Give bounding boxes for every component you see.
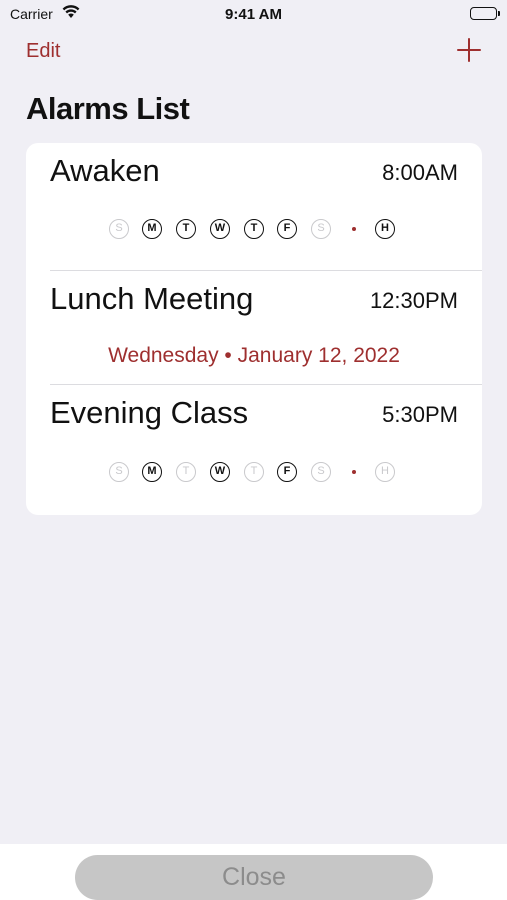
- weekday-w-indicator: W: [210, 462, 230, 482]
- weekday-t-indicator: T: [244, 219, 264, 239]
- status-time: 9:41 AM: [225, 6, 282, 23]
- weekday-indicators: SMTWTFSH: [109, 219, 399, 241]
- plus-icon[interactable]: [457, 38, 481, 62]
- battery-icon: [470, 7, 500, 20]
- weekday-f-indicator: F: [277, 219, 297, 239]
- alarm-row-evening-class[interactable]: Evening Class 5:30PM SMTWTFSH: [26, 385, 482, 515]
- alarm-date: Wednesday • January 12, 2022: [108, 344, 400, 367]
- weekday-f-indicator: F: [277, 462, 297, 482]
- holiday-indicator: H: [375, 462, 395, 482]
- weekday-s-indicator: S: [109, 219, 129, 239]
- alarm-time: 8:00AM: [382, 160, 458, 185]
- alarm-time: 5:30PM: [382, 402, 458, 427]
- page-title: Alarms List: [26, 91, 190, 126]
- separator-dot: [352, 470, 356, 474]
- weekday-t-indicator: T: [244, 462, 264, 482]
- close-button[interactable]: Close: [75, 855, 433, 900]
- alarm-time: 12:30PM: [369, 288, 458, 313]
- alarm-row-lunch-meeting[interactable]: Lunch Meeting 12:30PM Wednesday • Januar…: [26, 271, 482, 385]
- alarm-name: Evening Class: [50, 395, 249, 430]
- holiday-indicator: H: [375, 219, 395, 239]
- weekday-indicators: SMTWTFSH: [109, 462, 399, 484]
- edit-button[interactable]: Edit: [26, 40, 60, 63]
- alarm-row-awaken[interactable]: Awaken 8:00AM SMTWTFSH: [26, 143, 482, 271]
- weekday-s-indicator: S: [109, 462, 129, 482]
- alarm-name: Lunch Meeting: [50, 281, 254, 316]
- status-bar: Carrier 9:41 AM: [0, 0, 507, 30]
- alarms-list: Awaken 8:00AM SMTWTFSH Lunch Meeting 12:…: [26, 143, 482, 515]
- weekday-m-indicator: M: [142, 462, 162, 482]
- weekday-t-indicator: T: [176, 462, 196, 482]
- weekday-t-indicator: T: [176, 219, 196, 239]
- weekday-s-indicator: S: [311, 219, 331, 239]
- weekday-s-indicator: S: [311, 462, 331, 482]
- separator-dot: [352, 227, 356, 231]
- alarm-name: Awaken: [50, 153, 160, 188]
- weekday-m-indicator: M: [142, 219, 162, 239]
- weekday-w-indicator: W: [210, 219, 230, 239]
